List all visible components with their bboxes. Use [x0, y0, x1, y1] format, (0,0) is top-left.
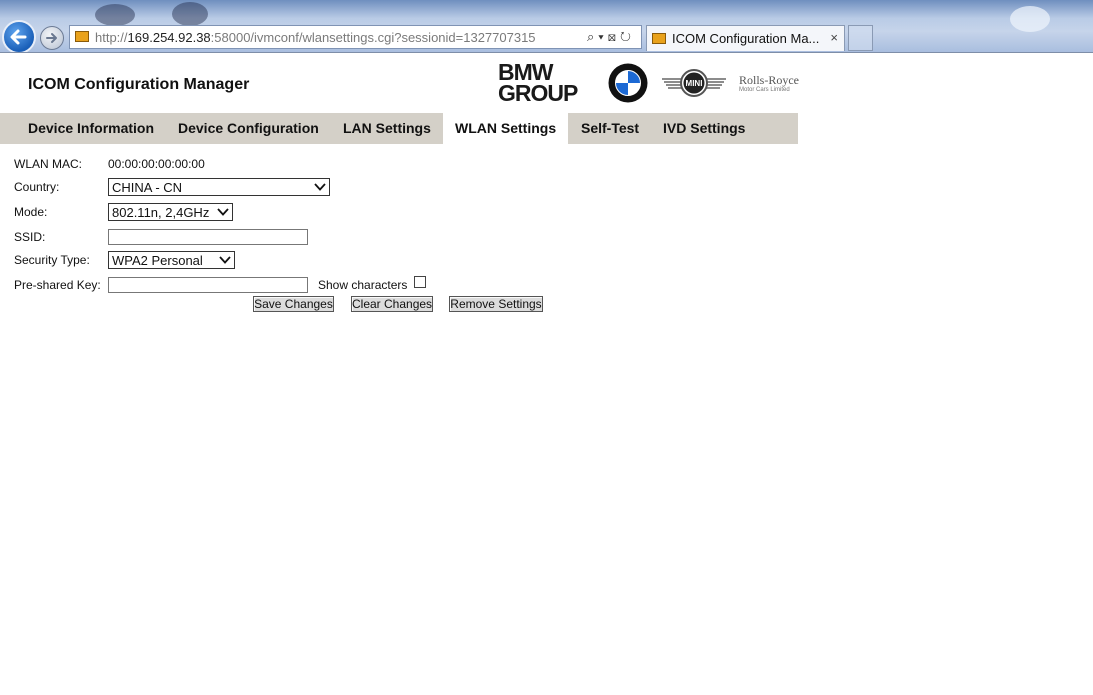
- bmw-group-logo: BMW GROUP: [498, 61, 582, 106]
- rolls-royce-logo: Rolls-Royce Motor Cars Limited: [739, 73, 803, 93]
- background-decoration: [95, 4, 135, 26]
- browser-toolbar: http://169.254.92.38:58000/ivmconf/wlans…: [0, 0, 1093, 53]
- country-select[interactable]: CHINA - CN: [108, 178, 330, 196]
- security-type-select-value: WPA2 Personal: [112, 253, 203, 268]
- tab-wlan-settings[interactable]: WLAN Settings: [443, 113, 569, 144]
- tab-device-configuration[interactable]: Device Configuration: [178, 113, 319, 144]
- tab-ivd-settings[interactable]: IVD Settings: [663, 113, 745, 144]
- background-decoration: [172, 2, 208, 26]
- country-select-value: CHINA - CN: [112, 180, 183, 195]
- wlan-mac-label: WLAN MAC:: [14, 157, 83, 171]
- country-label: Country:: [14, 180, 60, 194]
- wlan-mac-value: 00:00:00:00:00:00: [108, 157, 205, 171]
- chevron-down-icon: [219, 256, 231, 264]
- mini-logo: MINI: [662, 69, 726, 97]
- tab-lan-settings[interactable]: LAN Settings: [343, 113, 431, 144]
- chevron-down-icon: [314, 183, 326, 191]
- tab-favicon-icon: [652, 33, 666, 44]
- rolls-royce-logo-name: Rolls-Royce: [739, 73, 799, 87]
- show-characters-checkbox[interactable]: [414, 276, 426, 288]
- pre-shared-key-label: Pre-shared Key:: [14, 278, 101, 292]
- browser-tab[interactable]: ICOM Configuration Ma... ×: [646, 25, 845, 51]
- arrow-right-icon: [46, 33, 57, 43]
- forward-button[interactable]: [40, 26, 64, 50]
- site-favicon-icon: [75, 31, 89, 42]
- new-tab-button[interactable]: [848, 25, 873, 51]
- arrow-left-icon: [10, 29, 27, 45]
- mode-select[interactable]: 802.11n, 2,4GHz: [108, 203, 233, 221]
- page-title: ICOM Configuration Manager: [28, 76, 250, 93]
- remove-settings-button[interactable]: Remove Settings: [449, 296, 543, 312]
- address-url: http://169.254.92.38:58000/ivmconf/wlans…: [95, 30, 536, 45]
- security-type-select[interactable]: WPA2 Personal: [108, 251, 235, 269]
- chevron-down-icon: [217, 208, 229, 216]
- back-button[interactable]: [2, 20, 36, 52]
- mode-select-value: 802.11n, 2,4GHz: [112, 205, 210, 220]
- tab-title: ICOM Configuration Ma...: [672, 31, 820, 46]
- ssid-label: SSID:: [14, 230, 46, 244]
- bmw-group-logo-line2: GROUP: [498, 80, 578, 106]
- ssid-input[interactable]: [108, 229, 308, 245]
- show-characters-label: Show characters: [318, 278, 408, 292]
- pre-shared-key-input[interactable]: [108, 277, 308, 293]
- background-decoration: [1010, 6, 1050, 32]
- mode-label: Mode:: [14, 205, 48, 219]
- address-tools-icons[interactable]: ⌕▾⊠↻: [587, 29, 635, 45]
- bmw-roundel-logo: [608, 63, 648, 103]
- security-type-label: Security Type:: [14, 253, 90, 267]
- tab-device-information[interactable]: Device Information: [28, 113, 154, 144]
- close-tab-icon[interactable]: ×: [830, 30, 838, 45]
- settings-nav: Device Information Device Configuration …: [0, 113, 798, 144]
- clear-changes-button[interactable]: Clear Changes: [351, 296, 433, 312]
- save-changes-button[interactable]: Save Changes: [253, 296, 334, 312]
- tab-self-test[interactable]: Self-Test: [581, 113, 639, 144]
- address-bar[interactable]: http://169.254.92.38:58000/ivmconf/wlans…: [69, 25, 642, 49]
- mini-logo-text: MINI: [686, 79, 703, 88]
